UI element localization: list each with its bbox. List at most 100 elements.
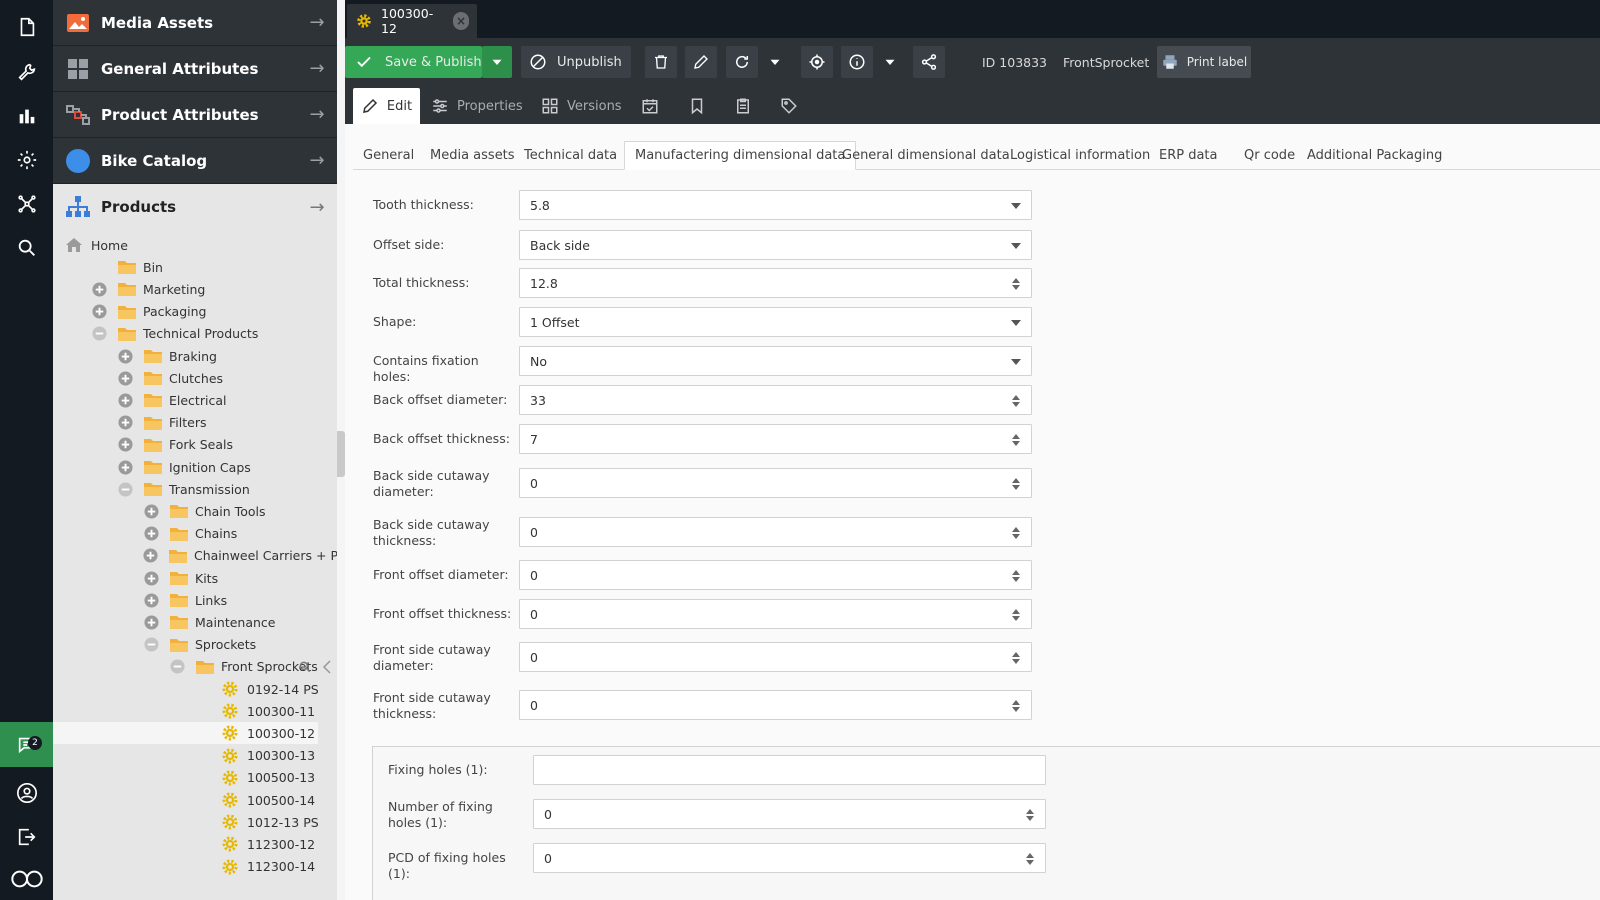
share-button[interactable] bbox=[913, 46, 945, 78]
expand-icon[interactable] bbox=[143, 548, 158, 564]
tree-node-braking[interactable]: Braking bbox=[53, 345, 333, 367]
tree-node-kits[interactable]: Kits bbox=[53, 567, 333, 589]
pcd-of-fixing-holes-1-input[interactable]: 0 bbox=[533, 843, 1046, 873]
spinner-icon[interactable] bbox=[1025, 807, 1035, 823]
info-options-dropdown[interactable] bbox=[878, 46, 902, 78]
tree-node-1012-13-ps[interactable]: 1012-13 PS bbox=[53, 811, 333, 833]
panel-collapse-handle[interactable] bbox=[337, 431, 345, 477]
tree-node-chainweel-carriers-parts[interactable]: Chainweel Carriers + Parts bbox=[53, 545, 337, 567]
info-button[interactable] bbox=[841, 46, 873, 78]
expand-icon[interactable] bbox=[117, 348, 133, 364]
arrow-right-icon[interactable]: → bbox=[297, 197, 337, 218]
expand-icon[interactable] bbox=[143, 614, 159, 630]
tab-logistical-information[interactable]: Logistical information bbox=[1000, 141, 1160, 170]
tree-node-home[interactable]: Home bbox=[53, 234, 333, 256]
tree-search-icon[interactable] bbox=[298, 660, 332, 676]
document-icon[interactable] bbox=[0, 4, 53, 49]
spinner-icon[interactable] bbox=[1011, 698, 1021, 714]
tab-tasks[interactable] bbox=[734, 88, 760, 124]
expand-icon[interactable] bbox=[143, 503, 159, 519]
expand-icon[interactable] bbox=[91, 281, 107, 297]
accordion-products[interactable]: Products → bbox=[53, 184, 337, 230]
tree-node-bin[interactable]: Bin bbox=[53, 256, 333, 278]
save-publish-button[interactable]: Save & Publish bbox=[345, 46, 482, 78]
save-options-dropdown[interactable] bbox=[482, 46, 512, 78]
tree-node-clutches[interactable]: Clutches bbox=[53, 367, 333, 389]
spinner-icon[interactable] bbox=[1011, 393, 1021, 409]
tab-qr-code[interactable]: Qr code bbox=[1234, 141, 1305, 170]
caret-down-icon[interactable] bbox=[1011, 203, 1021, 209]
spinner-icon[interactable] bbox=[1011, 476, 1021, 492]
tab-general-dimensional-data[interactable]: General dimensional data bbox=[832, 141, 1020, 170]
total-thickness-input[interactable]: 12.8 bbox=[519, 268, 1032, 298]
caret-down-icon[interactable] bbox=[1011, 359, 1021, 365]
number-of-fixing-holes-1-input[interactable]: 0 bbox=[533, 799, 1046, 829]
caret-down-icon[interactable] bbox=[1011, 243, 1021, 249]
tree-node-chains[interactable]: Chains bbox=[53, 523, 333, 545]
expand-icon[interactable] bbox=[117, 415, 133, 431]
infinity-logo-icon[interactable] bbox=[0, 856, 53, 900]
contains-fixation-holes-select[interactable]: No bbox=[519, 346, 1032, 376]
back-offset-diameter-input[interactable]: 33 bbox=[519, 385, 1032, 415]
caret-down-icon[interactable] bbox=[1011, 320, 1021, 326]
reload-options-dropdown[interactable] bbox=[763, 46, 787, 78]
tab-general[interactable]: General bbox=[353, 141, 424, 170]
tree-node-electrical[interactable]: Electrical bbox=[53, 389, 333, 411]
tree-node-technical-products[interactable]: Technical Products bbox=[53, 323, 333, 345]
arrow-right-icon[interactable]: → bbox=[297, 12, 337, 33]
tree-node-filters[interactable]: Filters bbox=[53, 412, 333, 434]
tree-node-0192-14-ps[interactable]: 0192-14 PS bbox=[53, 678, 333, 700]
search-icon[interactable] bbox=[0, 225, 53, 270]
tab-manufactering-dimensional-data[interactable]: Manufactering dimensional data bbox=[624, 141, 857, 170]
expand-icon[interactable] bbox=[117, 459, 133, 475]
print-label-button[interactable]: Print label bbox=[1157, 46, 1251, 78]
tree-node-transmission[interactable]: Transmission bbox=[53, 478, 333, 500]
tab-additional-packaging[interactable]: Additional Packaging bbox=[1297, 141, 1452, 170]
front-offset-thickness-input[interactable]: 0 bbox=[519, 599, 1032, 629]
delete-button[interactable] bbox=[645, 46, 677, 78]
tree-node-maintenance[interactable]: Maintenance bbox=[53, 611, 333, 633]
tab-schedule[interactable] bbox=[641, 88, 667, 124]
tree-node-100500-14[interactable]: 100500-14 bbox=[53, 789, 333, 811]
bar-chart-icon[interactable] bbox=[0, 93, 53, 138]
arrow-right-icon[interactable]: → bbox=[297, 58, 337, 79]
front-offset-diameter-input[interactable]: 0 bbox=[519, 560, 1032, 590]
tree-node-front-sprockets[interactable]: Front Sprockets bbox=[53, 656, 333, 678]
tab-tags[interactable] bbox=[780, 88, 806, 124]
wrench-icon[interactable] bbox=[0, 49, 53, 94]
tab-notes[interactable] bbox=[688, 88, 714, 124]
offset-side-select[interactable]: Back side bbox=[519, 230, 1032, 260]
spinner-icon[interactable] bbox=[1011, 276, 1021, 292]
tree-node-chain-tools[interactable]: Chain Tools bbox=[53, 500, 333, 522]
expand-icon[interactable] bbox=[117, 437, 133, 453]
locate-in-tree-button[interactable] bbox=[801, 46, 833, 78]
tree-node-packaging[interactable]: Packaging bbox=[53, 301, 333, 323]
document-tab[interactable]: 100300-12 × bbox=[347, 4, 477, 38]
tab-properties[interactable]: Properties bbox=[431, 88, 523, 124]
spinner-icon[interactable] bbox=[1011, 607, 1021, 623]
spinner-icon[interactable] bbox=[1011, 568, 1021, 584]
tree-node-100300-11[interactable]: 100300-11 bbox=[53, 700, 333, 722]
spinner-icon[interactable] bbox=[1025, 851, 1035, 867]
collapse-icon[interactable] bbox=[117, 481, 133, 497]
reload-button[interactable] bbox=[726, 46, 758, 78]
unpublish-button[interactable]: Unpublish bbox=[521, 46, 631, 78]
tree-node-100300-12[interactable]: 100300-12 bbox=[53, 722, 318, 745]
accordion-media-assets[interactable]: Media Assets → bbox=[53, 0, 337, 46]
back-side-cutaway-diameter-input[interactable]: 0 bbox=[519, 468, 1032, 498]
arrow-right-icon[interactable]: → bbox=[297, 150, 337, 171]
expand-icon[interactable] bbox=[117, 370, 133, 386]
close-icon[interactable]: × bbox=[453, 12, 469, 30]
front-side-cutaway-thickness-input[interactable]: 0 bbox=[519, 690, 1032, 720]
tree-node-sprockets[interactable]: Sprockets bbox=[53, 634, 333, 656]
accordion-bike-catalog[interactable]: Bike Catalog → bbox=[53, 138, 337, 184]
back-offset-thickness-input[interactable]: 7 bbox=[519, 424, 1032, 454]
expand-icon[interactable] bbox=[117, 392, 133, 408]
tree-node-fork-seals[interactable]: Fork Seals bbox=[53, 434, 333, 456]
rename-button[interactable] bbox=[685, 46, 717, 78]
chat-icon[interactable]: 2 bbox=[0, 722, 53, 767]
tree-node-100300-13[interactable]: 100300-13 bbox=[53, 745, 333, 767]
tooth-thickness-select[interactable]: 5.8 bbox=[519, 190, 1032, 220]
expand-icon[interactable] bbox=[143, 526, 159, 542]
network-icon[interactable] bbox=[0, 181, 53, 226]
